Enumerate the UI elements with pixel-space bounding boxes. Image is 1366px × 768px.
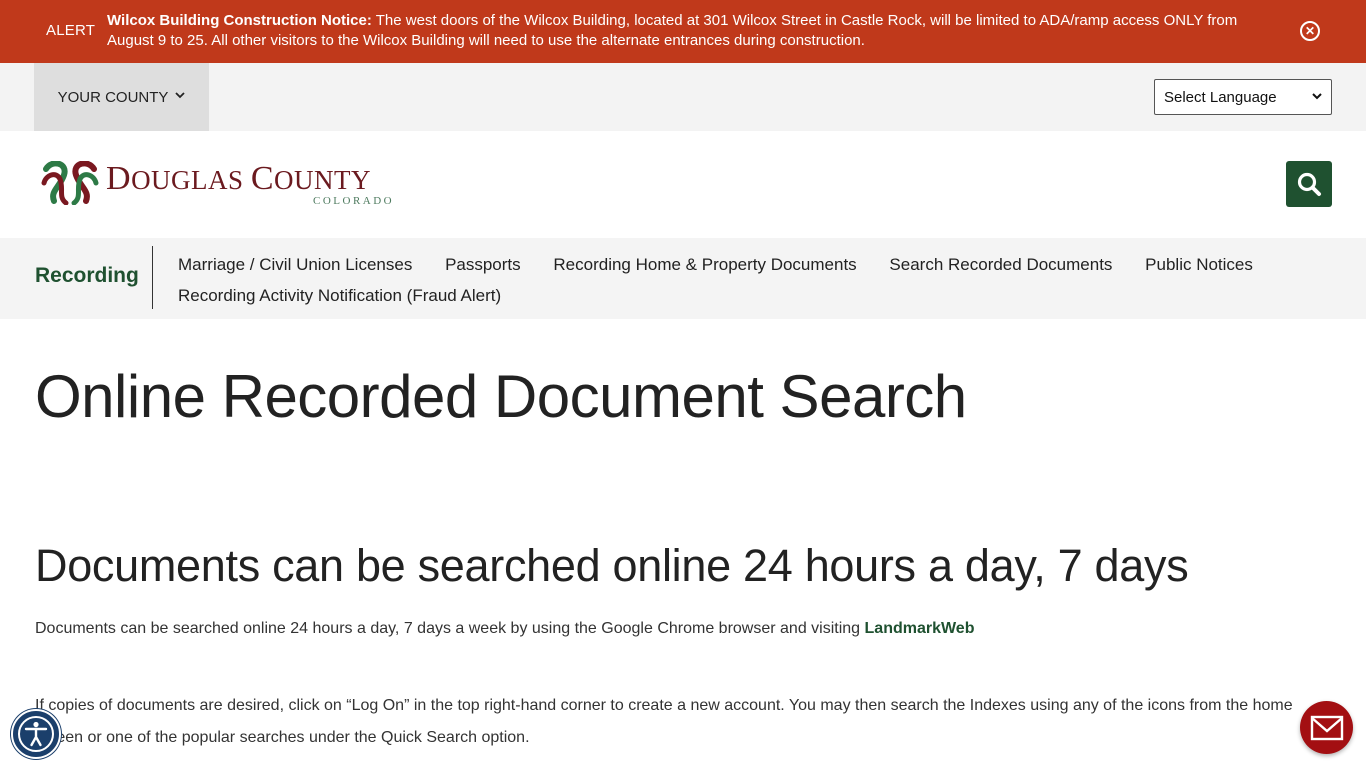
subnav-link-fraud-alert[interactable]: Recording Activity Notification (Fraud A… bbox=[178, 286, 501, 305]
douglas-county-logo[interactable]: DOUGLAS COUNTY COLORADO bbox=[40, 159, 410, 209]
subnav-links: Marriage / Civil Union Licenses Passport… bbox=[178, 249, 1328, 311]
utility-bar: YOUR COUNTY Select Language bbox=[0, 63, 1366, 131]
close-icon: ✕ bbox=[1304, 24, 1316, 38]
section-subnav: Recording Marriage / Civil Union License… bbox=[0, 238, 1366, 319]
section-heading: Documents can be searched online 24 hour… bbox=[35, 540, 1189, 591]
logo-wordmark: DOUGLAS COUNTY bbox=[106, 160, 372, 197]
contact-button[interactable] bbox=[1300, 701, 1353, 754]
your-county-label: YOUR COUNTY bbox=[57, 88, 169, 106]
search-button[interactable] bbox=[1286, 161, 1332, 207]
alert-title: Wilcox Building Construction Notice: bbox=[107, 12, 372, 29]
search-icon bbox=[1297, 172, 1321, 196]
bow-emblem-icon bbox=[41, 161, 99, 205]
language-select-value: Select Language bbox=[1164, 88, 1277, 106]
subnav-link-search-recorded-documents[interactable]: Search Recorded Documents bbox=[889, 255, 1112, 274]
intro-paragraph: Documents can be searched online 24 hour… bbox=[35, 620, 975, 637]
alert-label: ALERT bbox=[46, 22, 96, 39]
copies-paragraph: If copies of documents are desired, clic… bbox=[35, 697, 1293, 746]
alert-banner: ALERT Wilcox Building Construction Notic… bbox=[0, 0, 1366, 63]
landmarkweb-link[interactable]: LandmarkWeb bbox=[865, 620, 975, 637]
chevron-down-icon bbox=[1312, 92, 1322, 103]
envelope-icon bbox=[1310, 715, 1343, 740]
close-alert-button[interactable]: ✕ bbox=[1300, 21, 1320, 41]
language-select[interactable]: Select Language bbox=[1154, 79, 1332, 115]
subnav-link-marriage-licenses[interactable]: Marriage / Civil Union Licenses bbox=[178, 255, 412, 274]
subnav-section-recording[interactable]: Recording bbox=[35, 264, 139, 288]
site-header: DOUGLAS COUNTY COLORADO bbox=[0, 131, 1366, 238]
accessibility-button[interactable] bbox=[11, 709, 61, 759]
subnav-link-passports[interactable]: Passports bbox=[445, 255, 521, 274]
chevron-down-icon bbox=[175, 91, 186, 102]
subnav-link-recording-documents[interactable]: Recording Home & Property Documents bbox=[553, 255, 856, 274]
accessibility-icon bbox=[18, 716, 54, 752]
page-title: Online Recorded Document Search bbox=[35, 363, 967, 430]
alert-message: Wilcox Building Construction Notice: The… bbox=[107, 11, 1287, 51]
logo-subtitle: COLORADO bbox=[313, 195, 395, 207]
subnav-divider bbox=[152, 246, 153, 309]
your-county-menu-button[interactable]: YOUR COUNTY bbox=[34, 63, 209, 131]
subnav-link-public-notices[interactable]: Public Notices bbox=[1145, 255, 1253, 274]
